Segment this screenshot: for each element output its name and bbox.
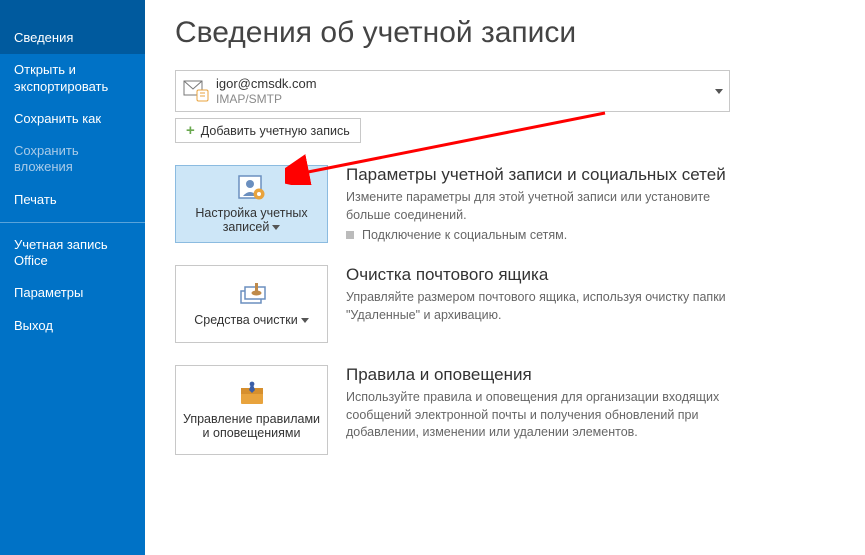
sidebar-item-open-export[interactable]: Открыть и экспортировать [0,54,145,103]
sidebar-item-exit[interactable]: Выход [0,310,145,342]
account-protocol: IMAP/SMTP [216,92,705,106]
account-email: igor@cmsdk.com [216,76,705,92]
section-account-settings: Настройка учетных записей Параметры учет… [175,165,730,243]
add-account-label: Добавить учетную запись [201,124,350,138]
sidebar-item-save-as[interactable]: Сохранить как [0,103,145,135]
sidebar-item-options[interactable]: Параметры [0,277,145,309]
sidebar: Сведения Открыть и экспортировать Сохран… [0,0,145,555]
tile-cleanup[interactable]: Средства очистки [175,265,328,343]
main-panel: Сведения об учетной записи igor@cmsdk.co… [145,0,865,555]
cleanup-icon [235,281,269,309]
tile-cleanup-label: Средства очистки [194,313,308,327]
account-selector[interactable]: igor@cmsdk.com IMAP/SMTP [175,70,730,112]
account-settings-icon [235,174,269,202]
section-rules: Управление правилами и оповещениями Прав… [175,365,730,455]
sidebar-header-strip [0,0,145,22]
page-title: Сведения об учетной записи [175,16,835,50]
bullet-square-icon [346,231,354,239]
add-account-button[interactable]: + Добавить учетную запись [175,118,361,143]
rules-icon [235,380,269,408]
section-title-cleanup: Очистка почтового ящика [346,265,730,285]
tile-rules[interactable]: Управление правилами и оповещениями [175,365,328,455]
bullet-social-label: Подключение к социальным сетям. [362,228,567,242]
bullet-social-connect[interactable]: Подключение к социальным сетям. [346,228,730,242]
sidebar-item-print[interactable]: Печать [0,184,145,216]
plus-icon: + [186,123,195,138]
account-text: igor@cmsdk.com IMAP/SMTP [216,71,705,111]
section-desc-cleanup: Управляйте размером почтового ящика, исп… [346,289,730,324]
section-cleanup: Средства очистки Очистка почтового ящика… [175,265,730,343]
section-title-rules: Правила и оповещения [346,365,730,385]
tile-account-settings[interactable]: Настройка учетных записей [175,165,328,243]
account-icon [176,71,216,111]
sidebar-item-office-account[interactable]: Учетная запись Office [0,229,145,278]
sidebar-item-info[interactable]: Сведения [0,22,145,54]
tile-account-settings-label: Настройка учетных записей [180,206,323,234]
sidebar-item-save-attachments: Сохранить вложения [0,135,145,184]
tile-rules-label: Управление правилами и оповещениями [180,412,323,440]
section-desc-account-settings: Измените параметры для этой учетной запи… [346,189,730,224]
section-desc-rules: Используйте правила и оповещения для орг… [346,389,730,442]
section-title-account-settings: Параметры учетной записи и социальных се… [346,165,730,185]
sidebar-separator [0,222,145,223]
account-dropdown-arrow[interactable] [705,71,729,111]
